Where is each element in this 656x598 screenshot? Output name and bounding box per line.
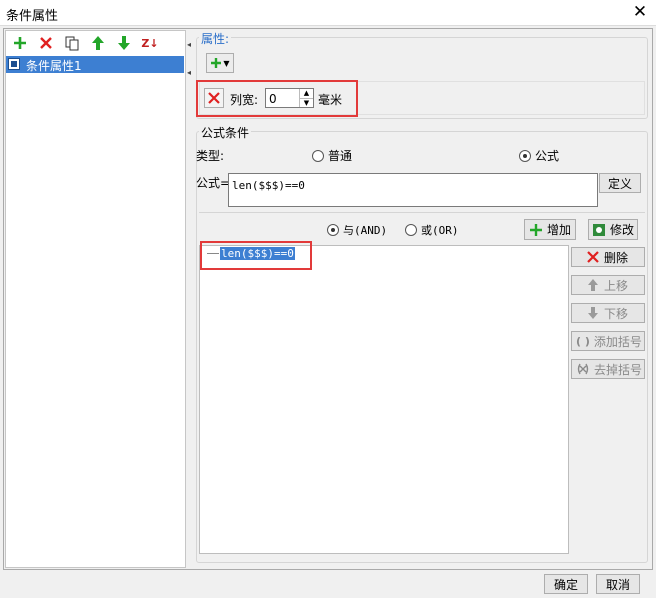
- delete-icon: [208, 92, 220, 104]
- move-down-button[interactable]: 下移: [571, 303, 645, 323]
- unit-label: 毫米: [318, 93, 343, 107]
- logic-option-or[interactable]: 或(OR): [405, 222, 459, 238]
- bracket-icon: ( ): [576, 334, 590, 348]
- window-title: 条件属性: [6, 9, 59, 24]
- add-condition-button[interactable]: 增加: [524, 219, 576, 240]
- column-width-value: 0: [269, 92, 277, 106]
- chevron-down-icon: ▼: [223, 58, 230, 68]
- sort-icon[interactable]: Z↓: [139, 32, 161, 54]
- remove-bracket-icon: [577, 363, 589, 375]
- collapse-arrow-icon[interactable]: ◂: [187, 40, 191, 49]
- tree-item-condition-1[interactable]: 条件属性1: [6, 56, 184, 73]
- properties-legend: 属性:: [199, 30, 232, 47]
- remove-bracket-button[interactable]: 去掉括号: [571, 359, 645, 379]
- tree-item-label: 条件属性1: [26, 59, 82, 73]
- copy-icon[interactable]: [61, 32, 83, 54]
- column-width-label: 列宽:: [230, 93, 259, 107]
- remove-property-button[interactable]: [204, 88, 224, 108]
- left-toolbar: Z↓: [9, 32, 161, 54]
- ok-button[interactable]: 确定: [544, 574, 588, 594]
- delete-icon[interactable]: [35, 32, 57, 54]
- formula-input[interactable]: len($$$)==0: [228, 173, 598, 207]
- radio-icon: [405, 224, 417, 236]
- formula-label: 公式=: [196, 176, 231, 190]
- radio-icon: [312, 149, 324, 162]
- move-up-icon: [588, 279, 598, 291]
- spin-up-icon[interactable]: ▲: [299, 89, 313, 98]
- type-label: 类型:: [196, 149, 225, 163]
- splitter[interactable]: ◂ ◂: [186, 30, 192, 568]
- delete-condition-button[interactable]: 删除: [571, 247, 645, 267]
- move-up-icon[interactable]: [87, 32, 109, 54]
- delete-icon: [587, 251, 599, 263]
- move-down-icon: [588, 307, 598, 319]
- add-icon[interactable]: [9, 32, 31, 54]
- document-icon: [8, 58, 20, 70]
- define-button[interactable]: 定义: [599, 173, 641, 193]
- logic-option-and[interactable]: 与(AND): [327, 222, 387, 238]
- modify-condition-button[interactable]: 修改: [588, 219, 638, 240]
- move-down-icon[interactable]: [113, 32, 135, 54]
- collapse-arrow-icon[interactable]: ◂: [187, 68, 191, 77]
- condition-list-pane: [5, 30, 186, 568]
- formula-text: len($$$)==0: [232, 179, 305, 192]
- spin-down-icon[interactable]: ▼: [299, 98, 313, 107]
- divider: [199, 212, 645, 213]
- add-icon: [529, 223, 542, 236]
- cancel-button[interactable]: 取消: [596, 574, 640, 594]
- move-up-button[interactable]: 上移: [571, 275, 645, 295]
- add-bracket-button[interactable]: ( ) 添加括号: [571, 331, 645, 351]
- close-icon[interactable]: ✕: [630, 2, 650, 22]
- type-option-formula[interactable]: 公式: [519, 147, 559, 164]
- add-property-dropdown[interactable]: ▼: [206, 53, 234, 73]
- type-option-normal[interactable]: 普通: [312, 147, 352, 164]
- title-bar: 条件属性 ✕: [0, 0, 656, 26]
- radio-selected-icon: [327, 224, 339, 236]
- highlight-box: [200, 241, 312, 270]
- column-width-spinner[interactable]: 0 ▲ ▼: [265, 88, 314, 108]
- formula-conditions-legend: 公式条件: [199, 124, 252, 141]
- gear-icon: [592, 223, 605, 236]
- condition-tree[interactable]: [199, 245, 569, 554]
- radio-selected-icon: [519, 149, 531, 162]
